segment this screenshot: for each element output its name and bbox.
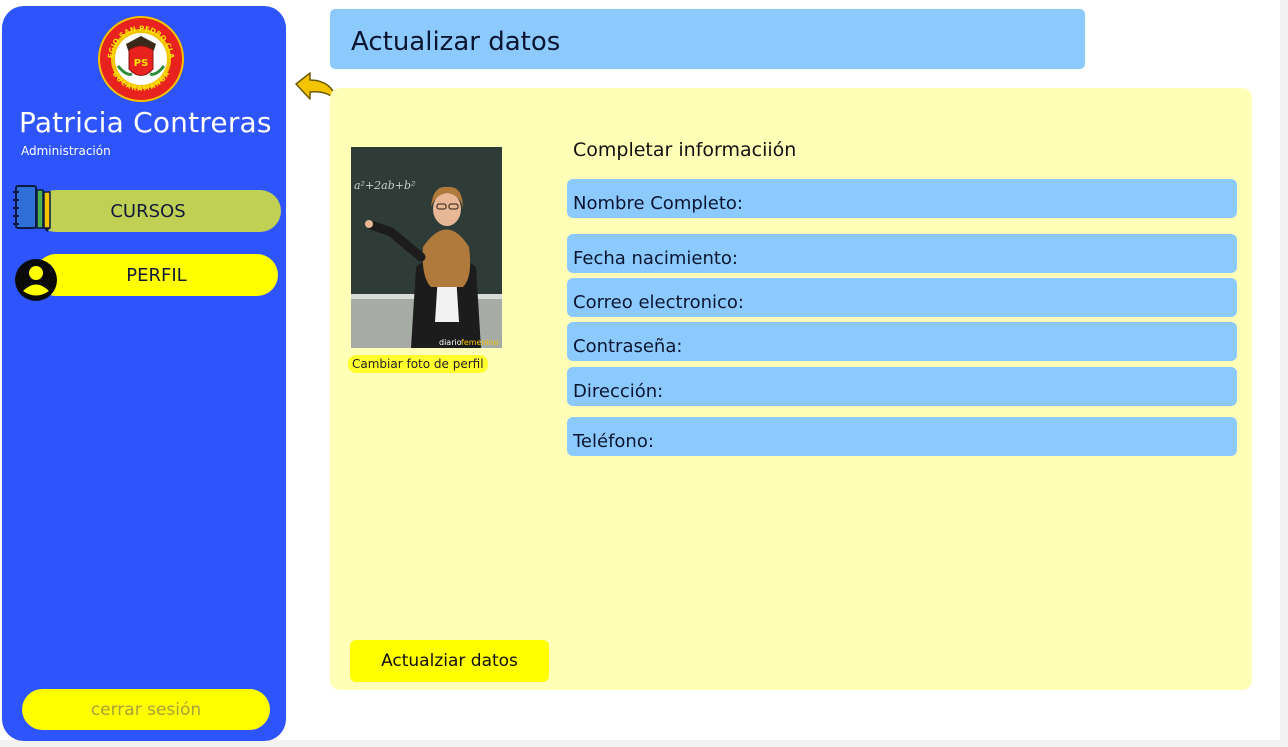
user-icon[interactable] bbox=[14, 258, 58, 302]
nav-cursos-label: CURSOS bbox=[110, 200, 186, 222]
birth-date-field[interactable]: Fecha nacimiento: bbox=[567, 234, 1237, 273]
logout-label: cerrar sesión bbox=[90, 699, 202, 720]
full-name-field[interactable]: Nombre Completo: bbox=[567, 179, 1237, 218]
update-data-button[interactable]: Actualziar datos bbox=[350, 640, 549, 682]
email-field[interactable]: Correo electronico: bbox=[567, 278, 1237, 317]
update-data-card: a²+2ab+b² diario femenino Cambiar foto d… bbox=[330, 88, 1252, 690]
address-field[interactable]: Dirección: bbox=[567, 367, 1237, 406]
page-title: Actualizar datos bbox=[351, 27, 561, 57]
phone-label: Teléfono: bbox=[573, 431, 654, 452]
logo-monogram: PS bbox=[134, 58, 149, 69]
logout-button[interactable]: cerrar sesión bbox=[22, 689, 270, 730]
password-field[interactable]: Contraseña: bbox=[567, 322, 1237, 361]
birth-date-label: Fecha nacimiento: bbox=[573, 248, 738, 269]
nav-perfil-label: PERFIL bbox=[126, 264, 187, 286]
profile-photo: a²+2ab+b² diario femenino bbox=[351, 147, 502, 348]
sidebar: COLEGIO SAN PEDRO CLAVER BUCARAMANGA PS … bbox=[2, 6, 286, 741]
update-data-label: Actualziar datos bbox=[381, 651, 518, 671]
user-name: Patricia Contreras bbox=[19, 106, 272, 139]
form-title: Completar informaciión bbox=[573, 139, 797, 161]
books-pencils-icon[interactable] bbox=[8, 182, 56, 232]
change-photo-button[interactable]: Cambiar foto de perfil bbox=[348, 355, 488, 373]
nav-perfil-button[interactable]: PERFIL bbox=[35, 254, 278, 296]
password-label: Contraseña: bbox=[573, 336, 683, 357]
nav-cursos-button[interactable]: CURSOS bbox=[35, 190, 281, 232]
svg-text:a²+2ab+b²: a²+2ab+b² bbox=[354, 179, 415, 192]
email-label: Correo electronico: bbox=[573, 292, 744, 313]
school-logo: COLEGIO SAN PEDRO CLAVER BUCARAMANGA PS bbox=[96, 14, 184, 102]
full-name-label: Nombre Completo: bbox=[573, 193, 743, 214]
address-label: Dirección: bbox=[573, 381, 664, 402]
user-role: Administración bbox=[21, 144, 111, 158]
page-header: Actualizar datos bbox=[330, 9, 1085, 69]
phone-field[interactable]: Teléfono: bbox=[567, 417, 1237, 456]
photo-watermark-b: femenino bbox=[461, 338, 499, 347]
photo-watermark-a: diario bbox=[439, 338, 462, 347]
